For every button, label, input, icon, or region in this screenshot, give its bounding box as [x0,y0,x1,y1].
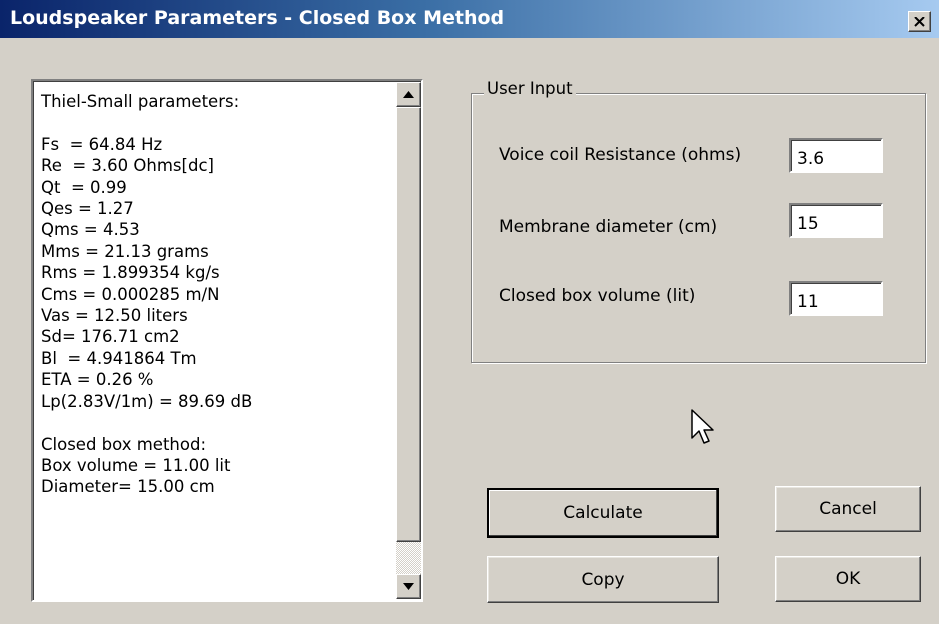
results-text: Thiel-Small parameters: Fs = 64.84 Hz Re… [41,92,253,497]
close-button[interactable] [908,11,931,32]
scroll-up-button[interactable] [396,82,421,107]
cancel-button[interactable]: Cancel [775,486,921,532]
closed-box-volume-input[interactable] [789,281,883,316]
closed-box-volume-label: Closed box volume (lit) [499,286,696,306]
close-icon [914,16,925,27]
mouse-pointer-icon [691,409,714,444]
results-listbox[interactable]: Thiel-Small parameters: Fs = 64.84 Hz Re… [31,79,423,602]
title-bar: Loudspeaker Parameters - Closed Box Meth… [0,0,939,38]
ok-button[interactable]: OK [775,556,921,602]
scroll-thumb[interactable] [396,107,421,542]
copy-button[interactable]: Copy [487,556,719,603]
voice-coil-resistance-label: Voice coil Resistance (ohms) [499,145,742,165]
arrow-up-icon [403,91,414,98]
membrane-diameter-label: Membrane diameter (cm) [499,217,718,237]
voice-coil-resistance-input[interactable] [789,138,883,173]
results-scrollbar[interactable] [396,82,421,599]
scroll-down-button[interactable] [396,574,421,599]
calculate-button[interactable]: Calculate [487,488,719,538]
window-title: Loudspeaker Parameters - Closed Box Meth… [10,7,505,29]
arrow-down-icon [403,583,414,590]
user-input-legend: User Input [484,79,576,98]
membrane-diameter-input[interactable] [789,203,883,238]
